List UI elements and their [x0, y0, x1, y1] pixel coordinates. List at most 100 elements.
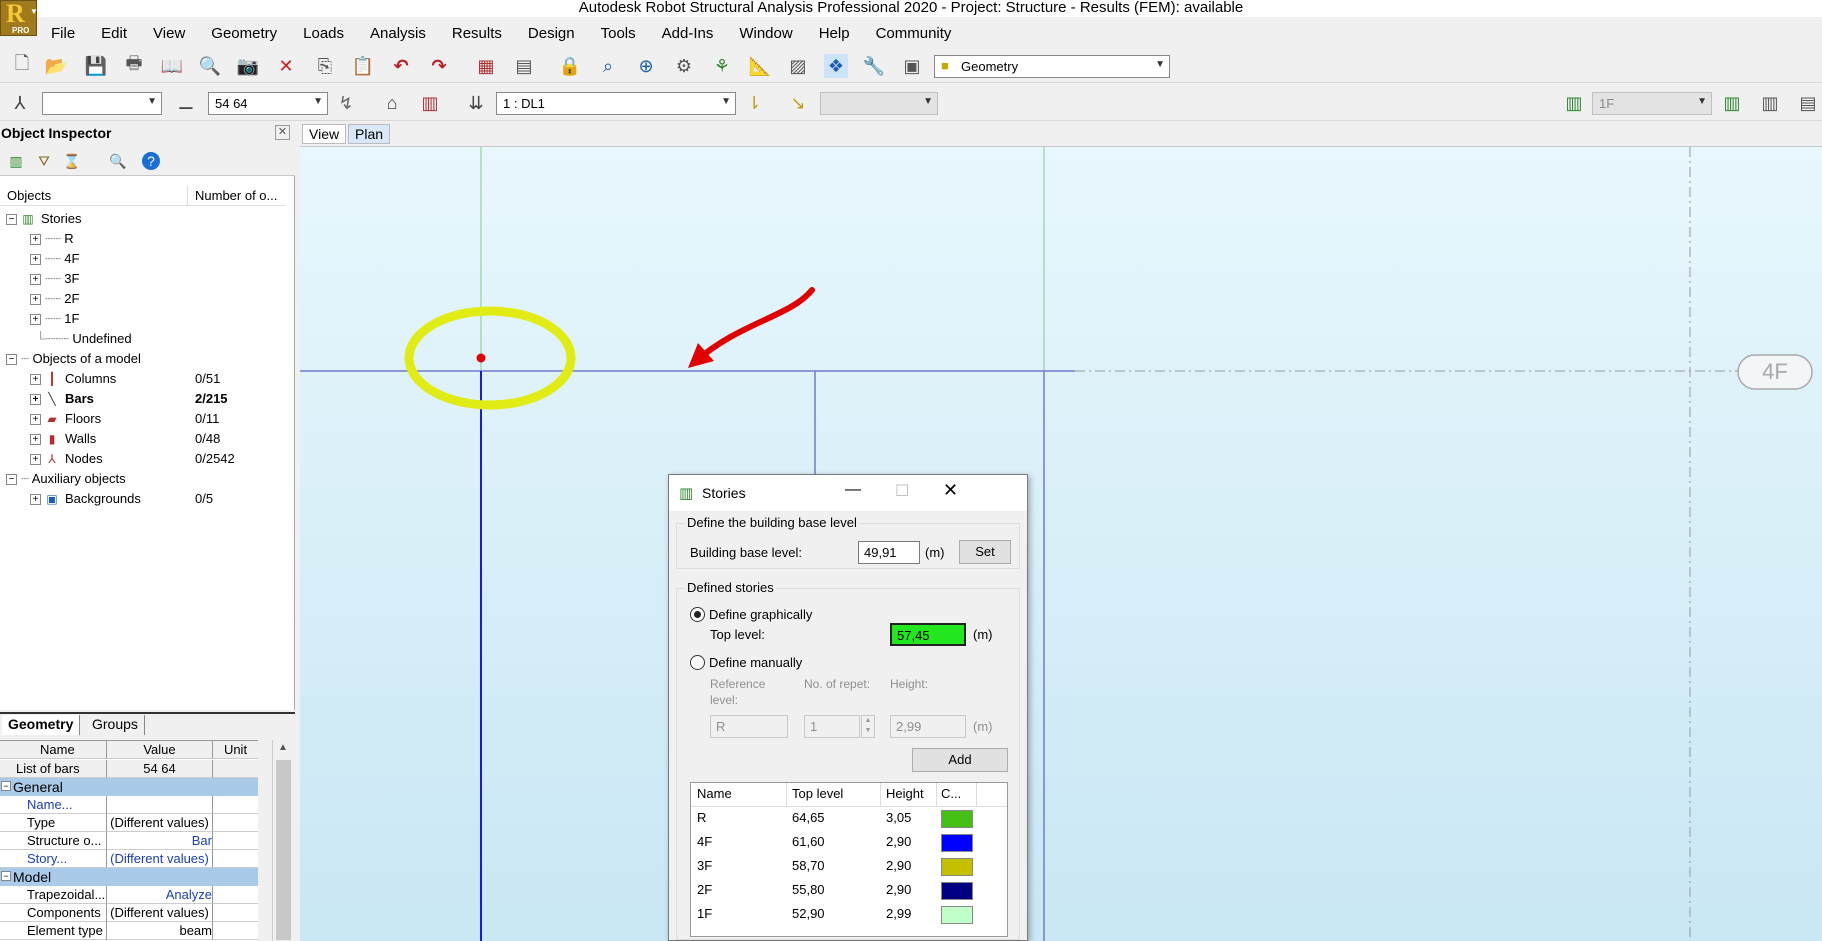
menu-view[interactable]: View [140, 25, 198, 42]
tree-node-walls[interactable]: + ▮ Walls 0/48 [30, 429, 290, 449]
base-level-input[interactable]: 49,91 [858, 541, 920, 564]
menu-window[interactable]: Window [726, 25, 805, 42]
story-color-swatch[interactable] [941, 858, 973, 876]
tab-plan[interactable]: Plan [348, 124, 391, 144]
tree-node-story-1f[interactable]: + ┄┄ 1F [30, 309, 79, 329]
scrollbar-thumb[interactable] [276, 760, 291, 940]
expand-icon[interactable]: + [30, 234, 41, 246]
section-model[interactable]: − Model [0, 868, 258, 886]
tree-node-floors[interactable]: + ▰ Floors 0/11 [30, 409, 290, 429]
property-row-element-type[interactable]: Element type beam [0, 922, 258, 940]
menu-loads[interactable]: Loads [290, 25, 357, 42]
tree-node-stories[interactable]: − ▥ Stories [6, 209, 81, 229]
story-color-swatch[interactable] [941, 906, 973, 924]
expand-icon[interactable]: + [30, 454, 41, 466]
bar-list-combo[interactable]: 54 64 ▼ [208, 92, 328, 115]
expand-icon[interactable]: + [30, 254, 41, 266]
maximize-icon[interactable]: ☐ [895, 481, 909, 501]
measure-icon[interactable]: 📐 [748, 54, 772, 78]
tree-node-story-2f[interactable]: + ┄┄ 2F [30, 289, 79, 309]
print-preview-icon[interactable]: 📖 [160, 54, 184, 78]
search-icon[interactable]: 🔍 [106, 149, 130, 173]
expand-icon[interactable]: + [30, 374, 41, 386]
preview-zoom-icon[interactable]: 🔍 [198, 54, 222, 78]
tables-icon[interactable]: ▤ [512, 54, 536, 78]
tree-node-story-4f[interactable]: + ┄┄ 4F [30, 249, 79, 269]
reference-level-input[interactable]: R [710, 715, 788, 738]
property-row-components[interactable]: Components (Different values) [0, 904, 258, 922]
property-row-structure-object[interactable]: Structure o... Bar [0, 832, 258, 850]
save-icon[interactable]: 💾 [84, 54, 108, 78]
menu-help[interactable]: Help [806, 25, 863, 42]
calculations-icon[interactable]: ▦ [474, 54, 498, 78]
help-icon[interactable]: ? [142, 152, 160, 170]
tools-wrench-icon[interactable]: 🔧 [862, 54, 886, 78]
bar-selection-icon[interactable]: ⚊ [174, 91, 198, 115]
tree-node-undefined[interactable]: └┄┄┄ Undefined [36, 329, 132, 349]
display-settings-icon[interactable]: ❖ [824, 54, 848, 78]
expand-icon[interactable]: + [30, 494, 41, 506]
tree-node-objects-of-model[interactable]: − ┄ Objects of a model [6, 349, 141, 369]
story-row-4f[interactable]: 4F 61,60 2,90 [691, 831, 1007, 855]
model-canvas[interactable]: 4F [300, 147, 1822, 941]
properties-scrollbar[interactable]: ▲ [272, 740, 294, 941]
collapse-icon[interactable]: − [1, 871, 11, 881]
menu-geometry[interactable]: Geometry [198, 25, 290, 42]
collapse-icon[interactable]: − [1, 781, 11, 791]
print-icon[interactable]: 🖶 [122, 53, 146, 78]
filter-icon[interactable]: ⛛ [32, 149, 56, 173]
story-color-swatch[interactable] [941, 810, 973, 828]
layouts-icon[interactable]: ▣ [900, 54, 924, 78]
expand-icon[interactable]: + [30, 434, 41, 446]
screen-capture-icon[interactable]: 📷 [236, 54, 260, 78]
top-level-input[interactable]: 57,45 [890, 623, 966, 646]
property-row-story[interactable]: Story... (Different values) [0, 850, 258, 868]
story-combo[interactable]: 1F ▼ [1592, 92, 1712, 115]
load-display-icon[interactable]: ↘ [786, 91, 810, 115]
hatch-icon[interactable]: ▨ [786, 54, 810, 78]
height-input[interactable]: 2,99 [890, 715, 966, 738]
load-case-icon[interactable]: ⇊ [464, 91, 488, 115]
filter-help-icon[interactable]: ↯ [334, 91, 358, 115]
tree-node-columns[interactable]: + ┃ Columns 0/51 [30, 369, 290, 389]
scroll-up-icon[interactable]: ▲ [278, 742, 288, 753]
zoom-window-icon[interactable]: ⌕ [596, 54, 620, 78]
dialog-title-bar[interactable]: ▥ Stories — ☐ ✕ [669, 475, 1027, 511]
define-manually-radio[interactable] [690, 655, 705, 670]
redo-icon[interactable]: ↷ [427, 54, 451, 78]
tree-node-story-3f[interactable]: + ┄┄ 3F [30, 269, 79, 289]
story-manage-icon[interactable]: ▥ [1758, 91, 1782, 115]
tab-geometry[interactable]: Geometry [2, 715, 81, 735]
story-row-1f[interactable]: 1F 52,90 2,99 [691, 903, 1007, 927]
expand-icon[interactable]: + [30, 394, 41, 406]
layout-selector[interactable]: ■ Geometry ▼ [934, 55, 1170, 78]
add-button[interactable]: Add [912, 748, 1008, 772]
menu-design[interactable]: Design [515, 25, 588, 42]
storey-copy-icon[interactable]: ▥ [418, 91, 442, 115]
selected-node[interactable] [476, 353, 486, 363]
selection-type-combo[interactable]: ▼ [42, 92, 162, 115]
undo-icon[interactable]: ↶ [389, 54, 413, 78]
collapse-icon[interactable]: − [6, 354, 17, 366]
expand-icon[interactable]: + [30, 274, 41, 286]
load-definition-icon[interactable]: ⇂ [742, 91, 766, 115]
new-file-icon[interactable]: 🗋 [10, 53, 34, 78]
stories-icon[interactable]: ▥ [1562, 91, 1586, 115]
tab-groups[interactable]: Groups [86, 715, 145, 735]
section-general[interactable]: − General [0, 778, 258, 796]
close-icon[interactable]: ✕ [275, 125, 290, 140]
collapse-icon[interactable]: − [6, 214, 17, 226]
stories-icon[interactable]: ▥ [4, 149, 28, 173]
open-folder-icon[interactable]: 📂 [44, 54, 68, 78]
property-row-list-of-bars[interactable]: List of bars 54 64 [0, 760, 258, 778]
story-row-r[interactable]: R 64,65 3,05 [691, 807, 1007, 831]
load-component-combo[interactable]: ▼ [820, 92, 938, 115]
app-logo[interactable]: R PRO ▼ [0, 0, 38, 36]
tab-view[interactable]: View [302, 124, 347, 144]
story-row-2f[interactable]: 2F 55,80 2,90 [691, 879, 1007, 903]
tree-node-auxiliary[interactable]: − ┄ Auxiliary objects [6, 469, 126, 489]
load-case-combo[interactable]: 1 : DL1 ▼ [496, 92, 736, 115]
model-tree-icon[interactable]: ⚘ [710, 54, 734, 78]
minimize-icon[interactable]: — [845, 481, 861, 499]
expand-icon[interactable]: + [30, 294, 41, 306]
